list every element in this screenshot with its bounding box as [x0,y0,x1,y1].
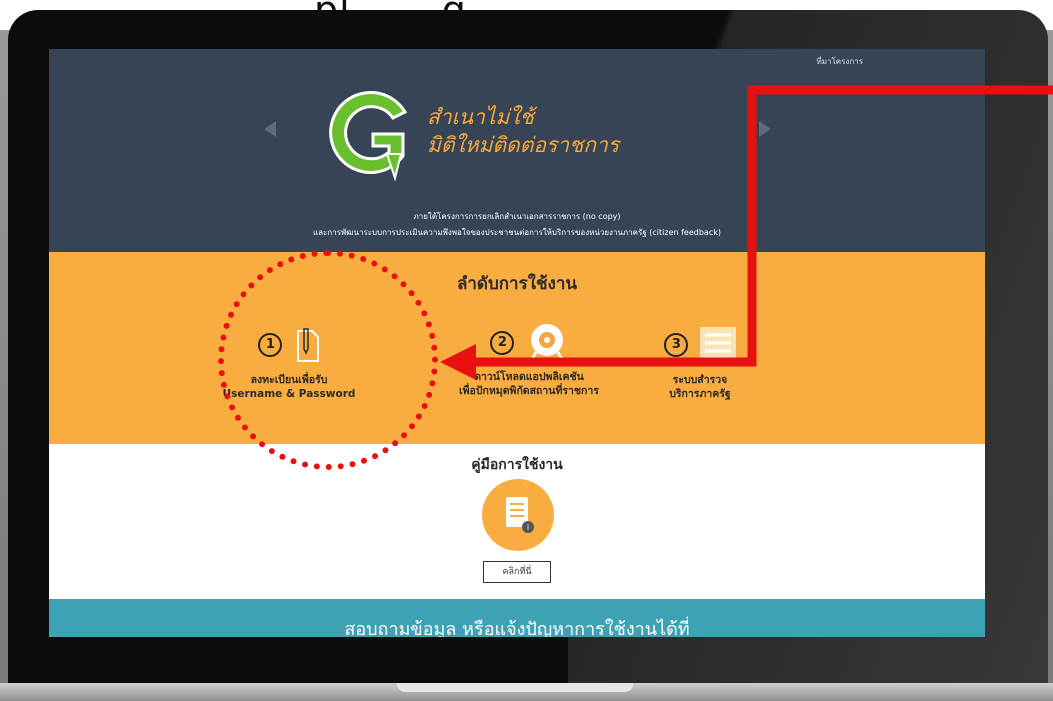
annotation-arrow-icon [440,85,1053,380]
